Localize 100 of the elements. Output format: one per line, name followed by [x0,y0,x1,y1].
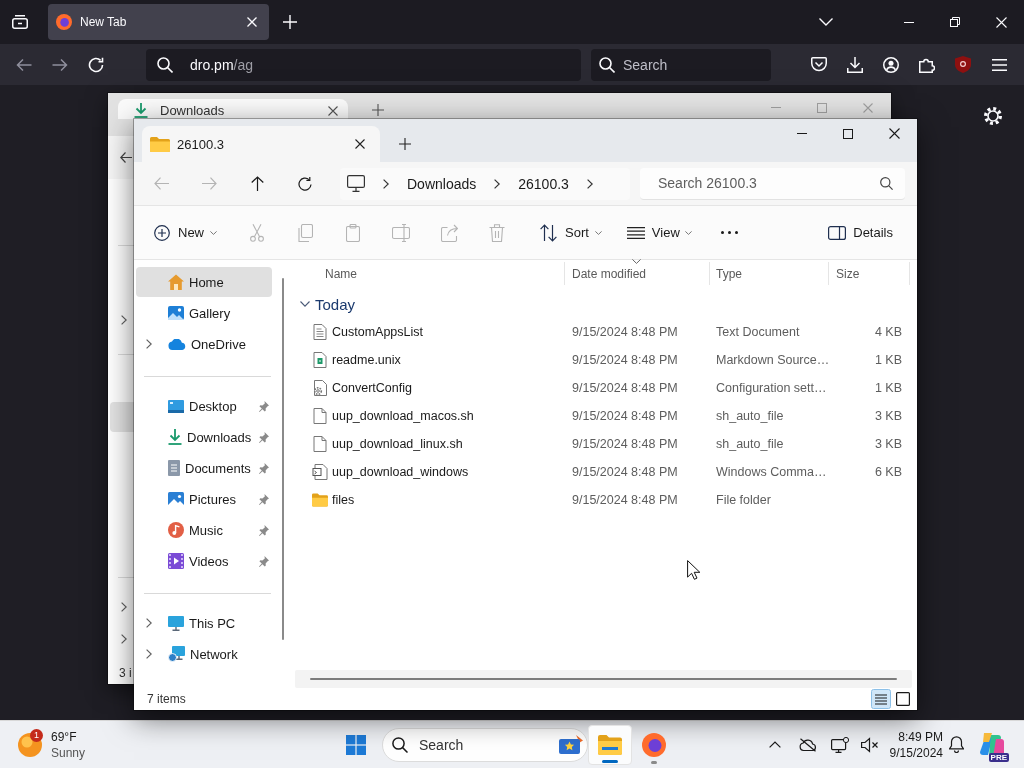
browser-logo-icon[interactable] [642,732,666,757]
reload-icon[interactable] [88,56,104,73]
chevron-up-icon[interactable] [768,741,781,748]
scrollbar-thumb[interactable] [310,678,897,680]
file-name[interactable]: files [332,493,355,507]
monitor-icon[interactable] [347,175,365,192]
chevron-right-icon[interactable] [121,634,127,644]
cloud-off-icon[interactable] [798,737,817,752]
taskbar-search-field[interactable]: Search [382,727,588,762]
file-name[interactable]: ConvertConfig [332,381,412,395]
search-field[interactable]: Search [591,48,771,81]
sidebar-item[interactable]: Music [136,515,272,545]
speaker-muted-icon[interactable] [860,736,879,753]
column-header[interactable]: Date modified [565,262,710,285]
size-cell: 4 KB [874,325,902,339]
pin-icon[interactable] [259,400,269,412]
sidebar-item[interactable]: Network [136,639,272,669]
search-field[interactable]: Search 26100.3 [640,167,905,200]
pin-icon[interactable] [259,524,269,536]
download-icon[interactable] [847,56,863,73]
chevron-right-icon[interactable] [383,178,389,189]
minimize-icon[interactable] [904,21,914,23]
puzzle-piece-icon[interactable] [919,56,935,73]
file-name[interactable]: CustomAppsList [332,325,423,339]
pin-icon[interactable] [259,555,269,567]
type-cell: Markdown Source… [716,353,830,367]
refresh-icon[interactable] [298,176,312,191]
account-icon[interactable] [883,56,899,73]
file-name[interactable]: uup_download_macos.sh [332,409,474,423]
sidebar-item[interactable]: Gallery [136,298,272,328]
plus-icon[interactable] [399,138,411,150]
address-field[interactable]: dro.pm/ag [146,48,581,81]
new-button[interactable]: New [148,216,223,249]
pin-icon[interactable] [259,431,269,443]
view-button[interactable]: View [622,216,696,249]
more-dots-icon[interactable] [721,231,739,234]
tab-list-icon[interactable] [12,15,28,29]
file-name[interactable]: uup_download_linux.sh [332,437,463,451]
sidebar-item[interactable]: Home [136,267,272,297]
temperature-label[interactable]: 69°F [51,728,86,745]
breadcrumb-item[interactable]: Downloads [407,175,477,192]
sidebar-item[interactable]: Videos [136,546,272,576]
breadcrumb-item[interactable]: 26100.3 [518,175,569,192]
date-cell: 9/15/2024 8:48 PM [572,381,678,395]
sidebar-item[interactable]: Documents [136,453,272,483]
breadcrumb-bar[interactable]: Downloads 26100.3 [340,167,630,200]
search-icon [392,736,408,753]
browser-tab[interactable]: New Tab [48,4,269,40]
chevron-right-icon[interactable] [586,178,593,189]
pin-icon[interactable] [259,462,269,474]
file-name[interactable]: uup_download_windows [332,465,469,479]
close-icon[interactable] [328,106,338,116]
tiles-view-icon[interactable] [896,692,910,706]
sidebar-item[interactable]: Desktop [136,391,272,421]
up-arrow-icon[interactable] [250,176,264,191]
sidebar-item[interactable]: Pictures [136,484,272,514]
details-view-icon[interactable] [871,689,891,709]
pin-icon[interactable] [259,493,269,505]
chevron-right-icon[interactable] [494,178,501,189]
close-icon[interactable] [355,139,365,149]
chevron-right-icon[interactable] [146,339,152,349]
column-header[interactable]: Type [710,262,829,285]
folder-tab[interactable]: Downloads [118,99,348,119]
app-logo-icon[interactable] [980,732,1004,757]
taskbar-app-button[interactable] [588,724,632,765]
shield-icon[interactable] [955,56,971,73]
date-cell: 9/15/2024 8:48 PM [572,437,678,451]
restore-icon[interactable] [950,17,960,27]
sidebar-item[interactable]: Downloads [136,422,272,452]
chevron-right-icon[interactable] [121,315,127,325]
back-arrow-icon[interactable] [120,152,132,163]
group-header[interactable]: Today [315,295,356,313]
chevron-right-icon[interactable] [146,618,152,628]
windows-logo-icon[interactable] [346,734,366,755]
column-header[interactable]: Size [829,262,910,285]
scrollbar-thumb[interactable] [282,278,284,640]
display-icon[interactable] [830,736,849,753]
close-icon[interactable] [888,128,900,139]
file-name[interactable]: readme.unix [332,353,401,367]
sort-button[interactable]: Sort [536,216,606,249]
chevron-right-icon[interactable] [121,602,127,612]
bell-icon[interactable] [949,736,964,753]
clock-date[interactable]: 9/15/2024 [889,744,943,761]
menu-icon[interactable] [991,58,1007,71]
date-cell: 9/15/2024 8:48 PM [572,409,678,423]
type-cell: File folder [716,493,771,507]
shield-chevron-icon[interactable] [811,57,827,72]
sidebar-item[interactable]: This PC [136,608,272,638]
clock-time[interactable]: 8:49 PM [898,728,943,745]
maximize-icon[interactable] [843,128,853,139]
settings-icon[interactable] [984,107,1002,125]
column-header[interactable]: Name [290,262,565,285]
details-button[interactable]: Details [824,216,897,249]
folder-tab[interactable]: 26100.3 [142,126,380,162]
sidebar-item[interactable]: OneDrive [136,329,272,359]
picture-icon [168,491,184,507]
chevron-right-icon[interactable] [146,649,152,659]
chevron-down-icon[interactable] [300,301,310,307]
weather-condition-label[interactable]: Sunny [51,744,86,761]
cloud-icon [168,338,186,350]
